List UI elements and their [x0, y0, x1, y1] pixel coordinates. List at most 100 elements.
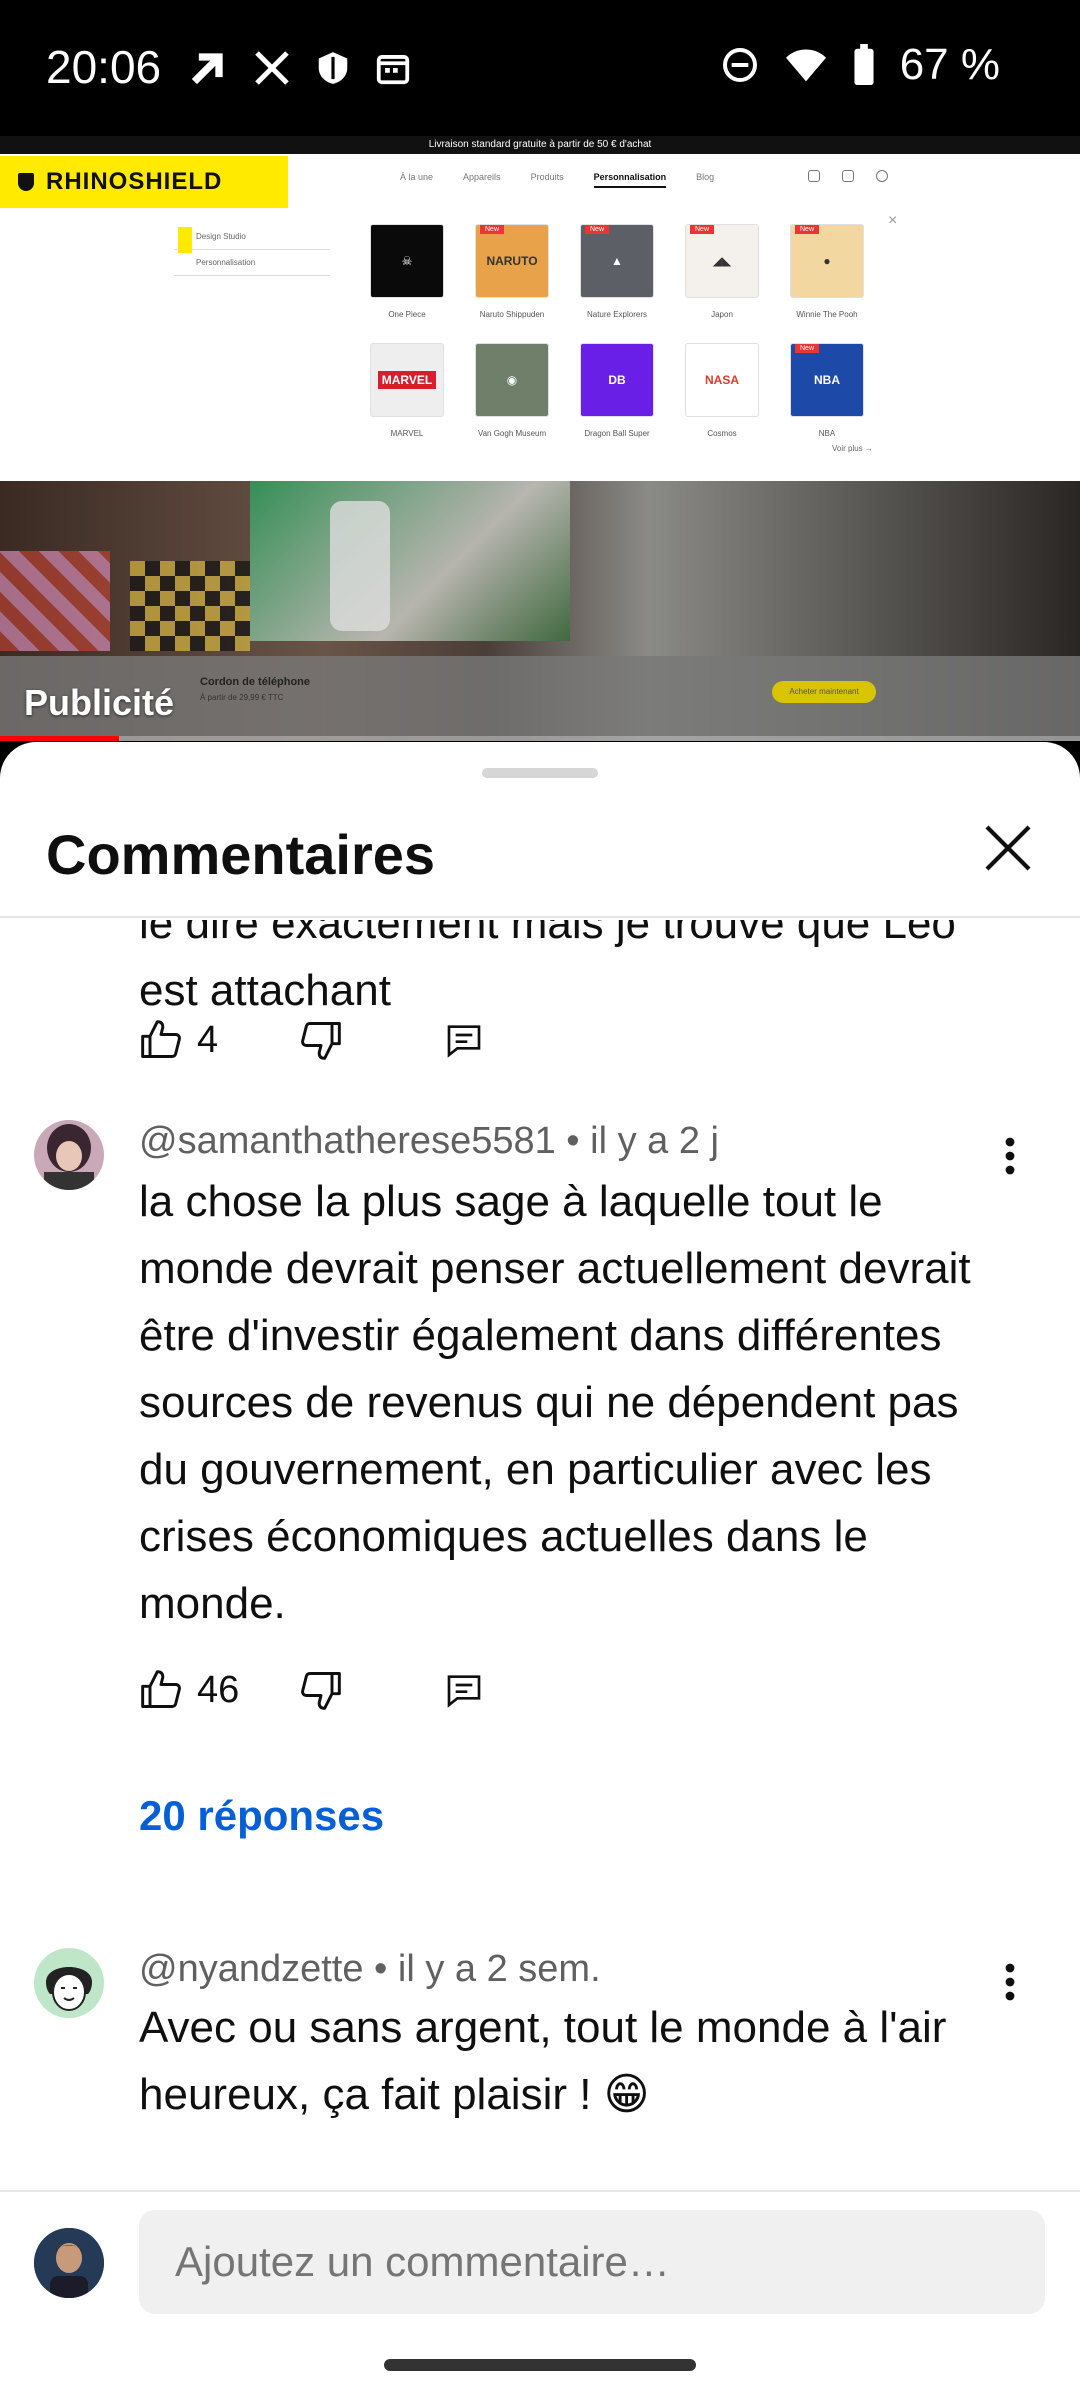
- sheet-header: Commentaires: [0, 786, 1080, 918]
- ad-nav-item: Personnalisation: [593, 172, 667, 188]
- ad-tile: ◉ Van Gogh Museum: [475, 343, 549, 438]
- like-button[interactable]: 4: [139, 1018, 299, 1062]
- ad-product-title: Cordon de téléphone: [200, 676, 310, 688]
- avatar[interactable]: [34, 1120, 104, 1190]
- comment-input[interactable]: [139, 2210, 1045, 2314]
- ad-tile: ▲ New Nature Explorers: [580, 224, 654, 319]
- ad-tile-image: NASA: [685, 343, 759, 417]
- ad-tile-label: Cosmos: [707, 429, 737, 438]
- video-player[interactable]: Livraison standard gratuite à partir de …: [0, 136, 1080, 741]
- close-icon: ×: [888, 212, 898, 229]
- ad-tile-glyph: MARVEL: [377, 371, 437, 389]
- comments-sheet: Commentaires le dire exactement mais je …: [0, 742, 1080, 2400]
- ad-tile-image: ▲ New: [580, 224, 654, 298]
- like-button[interactable]: 46: [139, 1668, 299, 1712]
- status-time: 20:06: [46, 41, 162, 93]
- wifi-icon: [784, 45, 828, 85]
- search-icon: [876, 170, 888, 182]
- ad-side-menu: Design Studio Personnalisation: [174, 224, 330, 276]
- ad-tile-image: ☠: [370, 224, 444, 298]
- comment-text: Avec ou sans argent, tout le monde à l'a…: [139, 2003, 947, 2119]
- reply-button[interactable]: [444, 1020, 484, 1060]
- ad-tile: MARVEL MARVEL: [370, 343, 444, 438]
- shield-icon: [314, 48, 352, 88]
- my-avatar[interactable]: [34, 2228, 104, 2298]
- calendar-icon: [374, 48, 412, 88]
- ad-tile-image: NARUTO New: [475, 224, 549, 298]
- thumbs-up-icon: [141, 1670, 181, 1708]
- new-badge: New: [585, 225, 610, 234]
- shield-logo-icon: [18, 173, 34, 191]
- comment-text: le dire exactement mais je trouve que Lé…: [139, 920, 956, 1015]
- ad-buy-button[interactable]: Acheter maintenant: [772, 681, 876, 703]
- battery-percent: 67 %: [899, 40, 1000, 89]
- view-replies-link[interactable]: 20 réponses: [139, 1792, 384, 1840]
- ad-nav-item: À la une: [400, 172, 434, 182]
- ad-see-more: Voir plus →: [832, 444, 873, 453]
- user-icon: [842, 170, 854, 182]
- ad-tile-image: NBA New: [790, 343, 864, 417]
- avatar[interactable]: [34, 1948, 104, 2018]
- ad-side-menu-item: Design Studio: [174, 224, 330, 253]
- close-button[interactable]: [972, 812, 1044, 884]
- ad-tile-glyph: DB: [608, 373, 626, 387]
- ad-tile-glyph: ☠: [401, 254, 413, 268]
- x-icon: [252, 48, 292, 88]
- dislike-button[interactable]: [299, 1668, 444, 1712]
- arrow-up-right-icon: [186, 46, 230, 90]
- ad-tile-glyph: NBA: [814, 373, 840, 387]
- ad-tile-label: NBA: [818, 429, 836, 438]
- more-vert-icon: [1005, 1137, 1015, 1175]
- ad-tile-label: MARVEL: [390, 429, 424, 438]
- dislike-button[interactable]: [299, 1018, 444, 1062]
- ad-tile: NARUTO New Naruto Shippuden: [475, 224, 549, 319]
- sheet-title: Commentaires: [46, 823, 436, 886]
- do-not-disturb-icon: [720, 45, 760, 85]
- comment-actions: 46: [139, 1668, 484, 1712]
- ad-tile-image: ◢◣ New: [685, 224, 759, 298]
- ad-product-price: À partir de 29,99 € TTC: [200, 693, 284, 702]
- status-bar: 20:06 67 %: [0, 0, 1080, 136]
- reply-comment-icon: [447, 1675, 481, 1708]
- comment-meta[interactable]: @samanthatherese5581 • il y a 2 j: [139, 1120, 719, 1163]
- ad-tile-image: ● New: [790, 224, 864, 298]
- ad-tile: DB Dragon Ball Super: [580, 343, 654, 438]
- thumbs-down-icon: [301, 1022, 341, 1060]
- ad-tile-label: Nature Explorers: [586, 310, 648, 319]
- ad-tile: ☠ One Piece: [370, 224, 444, 319]
- ad-tile-glyph: ◉: [506, 373, 518, 387]
- ad-tile-glyph: ▲: [611, 254, 623, 268]
- ad-tile-glyph: NARUTO: [486, 254, 538, 268]
- thumbs-down-icon: [301, 1672, 341, 1710]
- reply-button[interactable]: [444, 1670, 484, 1710]
- ad-tile-image: ◉: [475, 343, 549, 417]
- gesture-nav-bar[interactable]: [384, 2359, 696, 2371]
- like-count: 4: [197, 1018, 219, 1061]
- ad-tile-glyph: NASA: [704, 373, 739, 387]
- ad-tile-label: Japon: [711, 310, 733, 319]
- thumbs-up-icon: [141, 1020, 181, 1058]
- ad-tile: ● New Winnie The Pooh: [790, 224, 864, 319]
- ad-nav-item: Appareils: [463, 172, 501, 182]
- ad-tile-image: MARVEL: [370, 343, 444, 417]
- ad-tile-image: DB: [580, 343, 654, 417]
- ad-tile-label: Dragon Ball Super: [584, 429, 650, 438]
- battery-icon: [852, 44, 876, 86]
- cart-icon: [808, 170, 820, 182]
- ad-label: Publicité: [24, 682, 175, 723]
- ad-brand-logo: RHINOSHIELD: [0, 156, 288, 208]
- ad-tile: ◢◣ New Japon: [685, 224, 759, 319]
- new-badge: New: [795, 225, 820, 234]
- ad-tile-label: One Piece: [388, 310, 426, 319]
- comments-list[interactable]: le dire exactement mais je trouve que Lé…: [0, 920, 1080, 2190]
- comment-meta[interactable]: @nyandzette • il y a 2 sem.: [139, 1948, 601, 1991]
- ad-topline: Livraison standard gratuite à partir de …: [0, 136, 1080, 154]
- drag-handle[interactable]: [482, 768, 598, 778]
- ad-nav: À la une Appareils Produits Personnalisatio…: [400, 172, 714, 188]
- new-badge: New: [480, 225, 505, 234]
- ad-tile-glyph: ●: [823, 254, 831, 268]
- ad-nav-item: Blog: [696, 172, 715, 182]
- ad-tile-label: Winnie The Pooh: [796, 310, 858, 319]
- ad-nav-icons: [808, 170, 888, 182]
- video-progress-bar[interactable]: [0, 736, 1080, 741]
